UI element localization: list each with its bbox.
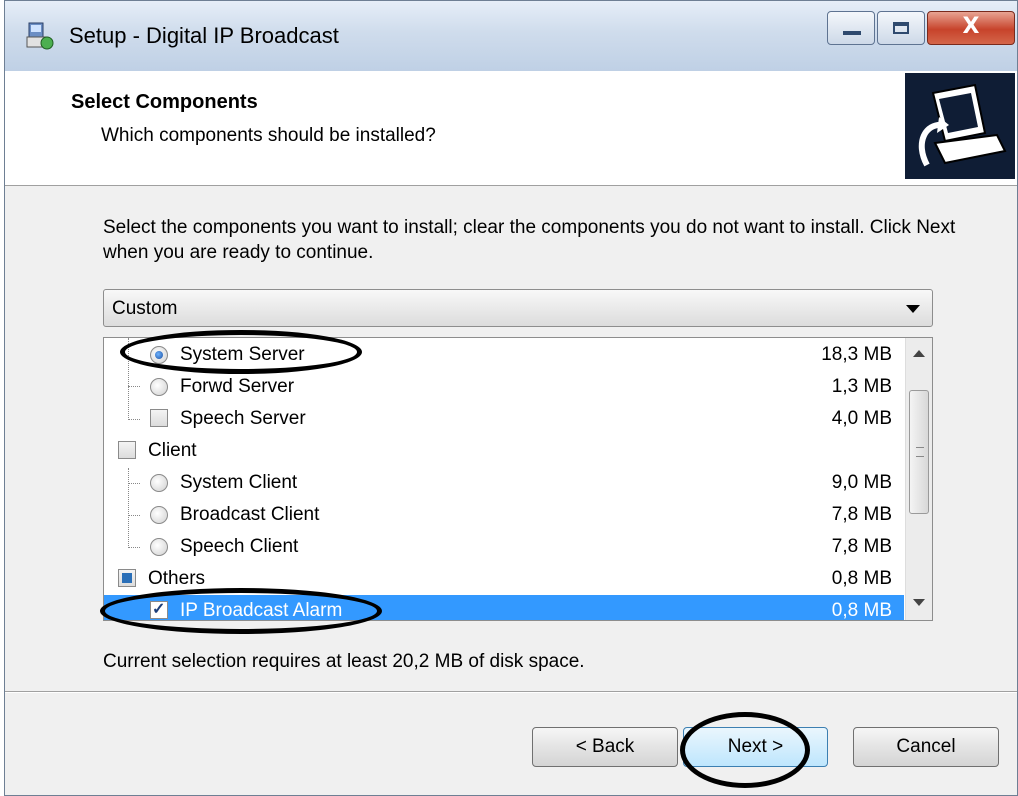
install-type-value: Custom — [112, 298, 178, 319]
scrollbar-thumb[interactable] — [909, 390, 929, 514]
window-title: Setup - Digital IP Broadcast — [69, 23, 339, 48]
back-button[interactable]: < Back — [532, 727, 678, 767]
instructions-text: Select the components you want to instal… — [103, 217, 956, 263]
page-subtitle: Which components should be installed? — [101, 125, 436, 146]
setup-computer-icon — [905, 73, 1015, 179]
chevron-down-icon[interactable] — [906, 305, 920, 313]
footer-divider — [5, 691, 1017, 693]
list-item[interactable]: Speech Client 7,8 MB — [104, 531, 904, 563]
list-item[interactable]: Forwd Server 1,3 MB — [104, 371, 904, 403]
install-type-dropdown[interactable]: Custom — [103, 289, 933, 327]
minimize-button[interactable] — [827, 11, 875, 45]
radio-button[interactable] — [150, 378, 168, 396]
list-item[interactable]: Client — [104, 435, 904, 467]
radio-button[interactable] — [150, 506, 168, 524]
maximize-button[interactable] — [877, 11, 925, 45]
scroll-up-icon[interactable] — [913, 350, 925, 357]
page-title: Select Components — [71, 91, 258, 113]
setup-app-icon — [25, 21, 55, 51]
checkbox[interactable] — [150, 409, 168, 427]
checkbox[interactable] — [118, 441, 136, 459]
title-bar[interactable]: Setup - Digital IP Broadcast X — [5, 1, 1017, 72]
close-icon: X — [962, 14, 980, 39]
list-item[interactable]: System Client 9,0 MB — [104, 467, 904, 499]
radio-button[interactable] — [150, 538, 168, 556]
list-scrollbar[interactable] — [905, 338, 932, 620]
close-button[interactable]: X — [927, 11, 1015, 45]
list-item[interactable]: Speech Server 4,0 MB — [104, 403, 904, 435]
setup-window: Setup - Digital IP Broadcast X Select Co… — [4, 0, 1018, 796]
annotation-ellipse — [680, 712, 810, 788]
cancel-button[interactable]: Cancel — [853, 727, 999, 767]
components-list[interactable]: System Server 18,3 MB Forwd Server 1,3 M… — [103, 337, 933, 621]
grip-icon — [916, 447, 924, 457]
scroll-down-icon[interactable] — [913, 599, 925, 606]
checkbox[interactable] — [118, 569, 136, 587]
annotation-ellipse — [100, 588, 382, 634]
minimize-icon — [843, 31, 861, 35]
radio-button[interactable] — [150, 474, 168, 492]
wizard-header: Select Components Which components shoul… — [5, 71, 1017, 186]
list-item[interactable]: Broadcast Client 7,8 MB — [104, 499, 904, 531]
annotation-ellipse — [120, 330, 362, 374]
disk-space-text: Current selection requires at least 20,2… — [103, 651, 585, 672]
maximize-icon — [893, 22, 909, 34]
